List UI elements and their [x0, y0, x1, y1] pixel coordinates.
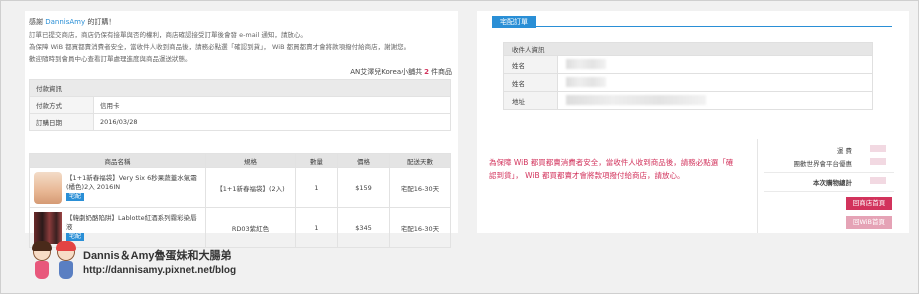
product-thumbnail[interactable] — [34, 211, 62, 244]
product-thumbnail[interactable] — [34, 171, 62, 204]
shipping-panel: 宅配訂單 收件人資訊 姓名 姓名 地址 為保障 WiB 都買都賣消費者安全，當收… — [477, 11, 909, 233]
section-divider — [492, 26, 892, 27]
recipient-address-label: 地址 — [503, 91, 558, 110]
buyer-protection-warning: 為保障 WiB 都買都賣消費者安全，當收件人收到商品後，請務必點選「確認到貨」，… — [489, 158, 734, 180]
product-qty: 1 — [295, 207, 338, 248]
summary-divider — [764, 172, 894, 173]
recipient-name-value — [557, 55, 873, 74]
col-ship-days: 配送天數 — [389, 153, 451, 168]
recipient-info-table: 收件人資訊 姓名 姓名 地址 — [503, 42, 873, 110]
redacted-value — [566, 94, 706, 105]
store-name: AN艾澤兒Korea小舖共 — [350, 68, 423, 76]
thanks-suffix: 的訂購！ — [87, 18, 116, 26]
redacted-value — [870, 158, 886, 165]
notice-line-1: 訂單已提交商店，商店仍保有接單與否的權利，商店確認接受訂單後會發 e-mail … — [29, 31, 307, 39]
item-count: 2 — [424, 68, 429, 76]
page-frame: 感謝 DannisAmy 的訂購！ 訂單已提交商店，商店仍保有接單與否的權利，商… — [0, 0, 919, 294]
recipient-name2-value — [557, 73, 873, 92]
product-price: $345 — [337, 207, 390, 248]
blog-watermark: Dannis＆Amy魯蛋妹和大腸弟 http://dannisamy.pixne… — [31, 241, 261, 291]
delivery-tag: 宅配 — [66, 233, 85, 241]
payment-method-label: 付款方式 — [29, 96, 94, 114]
recipient-row: 姓名 — [503, 55, 873, 74]
product-ship-days: 宅配16-30天 — [389, 167, 451, 208]
item-unit: 件商品 — [431, 68, 452, 76]
col-price: 價格 — [337, 153, 390, 168]
order-total-label: 本次購物總計 — [813, 179, 852, 187]
recipient-name-label: 姓名 — [503, 55, 558, 74]
boy-avatar-icon — [55, 241, 77, 281]
product-name-link[interactable]: 【1+1新春福袋】Very Six 6秒果蔬蓋水氣霜(橘色)2入 2016IN — [66, 174, 201, 192]
product-cell: 【1+1新春福袋】Very Six 6秒果蔬蓋水氣霜(橘色)2入 2016IN … — [29, 167, 206, 208]
shipping-fee-label: 運 費 — [836, 147, 852, 155]
recipient-row: 姓名 — [503, 73, 873, 92]
redacted-value — [870, 145, 886, 152]
col-qty: 數量 — [295, 153, 338, 168]
product-row: 【1+1新春福袋】Very Six 6秒果蔬蓋水氣霜(橘色)2入 2016IN … — [29, 167, 451, 208]
order-date-label: 訂購日期 — [29, 113, 94, 131]
col-product-name: 商品名稱 — [29, 153, 206, 168]
notice-line-2: 為保障 WiB 都買都賣消費者安全，當收件人收到商品後，請務必點選「確認到貨」，… — [29, 43, 411, 51]
product-table-header: 商品名稱 規格 數量 價格 配送天數 — [29, 153, 451, 168]
recipient-address-value — [557, 91, 873, 110]
payment-row: 訂購日期 2016/03/28 — [29, 113, 451, 131]
delivery-tag: 宅配 — [66, 193, 85, 201]
watermark-url: http://dannisamy.pixnet.net/blog — [83, 265, 237, 276]
redacted-value — [566, 76, 606, 87]
recipient-row: 地址 — [503, 91, 873, 110]
payment-info-table: 付款資訊 付款方式 信用卡 訂購日期 2016/03/28 — [29, 79, 451, 131]
order-summary: 運 費 團歡世界會平台優惠 本次購物總計 回商店首頁 回WiB首頁 — [757, 139, 899, 233]
product-name-link[interactable]: 【韓劇奶酪陷阱】Lablotte紅酒系列霧彩染唇液 — [66, 214, 201, 232]
product-table: 商品名稱 規格 數量 價格 配送天數 【1+1新春福袋】Very Six 6秒果… — [29, 153, 451, 248]
summary-divider — [764, 191, 894, 192]
order-date-value: 2016/03/28 — [93, 113, 451, 131]
payment-method-value: 信用卡 — [93, 96, 451, 114]
payment-row: 付款方式 信用卡 — [29, 96, 451, 114]
product-price: $159 — [337, 167, 390, 208]
back-to-wib-button[interactable]: 回WiB首頁 — [846, 216, 892, 229]
platform-discount-label: 團歡世界會平台優惠 — [793, 160, 853, 168]
col-spec: 規格 — [205, 153, 296, 168]
recipient-name2-label: 姓名 — [503, 73, 558, 92]
customer-name[interactable]: DannisAmy — [45, 18, 85, 26]
order-confirmation-panel: 感謝 DannisAmy 的訂購！ 訂單已提交商店，商店仍保有接單與否的權利，商… — [25, 11, 458, 248]
back-to-store-button[interactable]: 回商店首頁 — [846, 197, 892, 210]
redacted-value — [566, 58, 606, 69]
watermark-title: Dannis＆Amy魯蛋妹和大腸弟 — [83, 250, 232, 262]
recipient-info-header: 收件人資訊 — [503, 42, 873, 56]
redacted-value — [870, 177, 886, 184]
product-qty: 1 — [295, 167, 338, 208]
product-spec: 【1+1新春福袋】(2入) — [205, 167, 296, 208]
thanks-prefix: 感謝 — [29, 18, 43, 26]
thanks-message: 感謝 DannisAmy 的訂購！ — [29, 17, 115, 27]
girl-avatar-icon — [31, 241, 53, 281]
payment-info-header: 付款資訊 — [29, 79, 451, 97]
notice-line-3: 歡迎隨時到會員中心查看訂單處理進度與商品運送狀態。 — [29, 55, 192, 63]
product-ship-days: 宅配16-30天 — [389, 207, 451, 248]
store-item-count: AN艾澤兒Korea小舖共 2 件商品 — [350, 67, 452, 77]
